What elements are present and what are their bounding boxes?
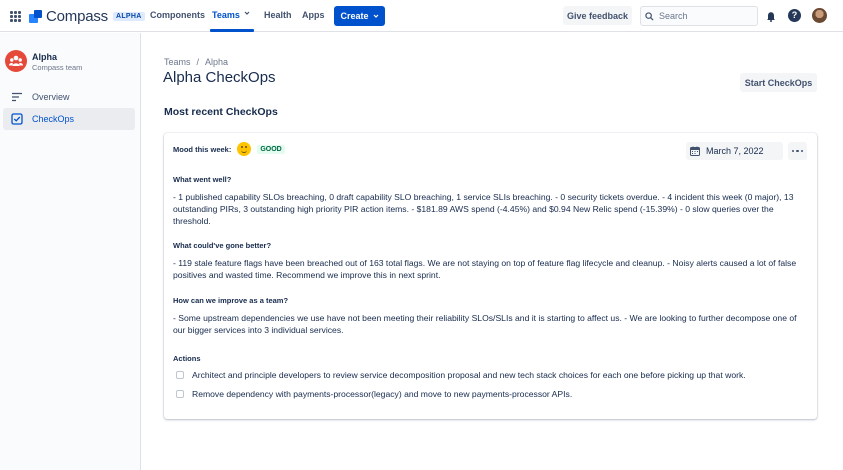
action-text: Remove dependency with payments-processo… <box>192 389 573 399</box>
breadcrumb-alpha[interactable]: Alpha <box>205 57 228 67</box>
answer-went-well: - 1 published capability SLOs breaching,… <box>173 192 794 226</box>
breadcrumb: Teams / Alpha <box>164 57 228 67</box>
breadcrumb-teams[interactable]: Teams <box>164 57 191 67</box>
team-type: Compass team <box>32 63 83 72</box>
nav-components[interactable]: Components <box>150 10 205 20</box>
user-avatar[interactable] <box>812 8 827 23</box>
team-icon <box>9 55 23 66</box>
mood-status-badge: GOOD <box>257 144 285 154</box>
calendar-icon <box>690 146 700 156</box>
checkbox-icon <box>11 113 23 125</box>
create-button-label: Create <box>340 11 369 21</box>
overview-icon <box>12 92 22 102</box>
action-checkbox[interactable] <box>176 371 184 379</box>
alpha-badge: ALPHA <box>112 12 145 21</box>
question-improve-team: How can we improve as a team? <box>173 296 289 305</box>
page-title: Alpha CheckOps <box>163 69 276 86</box>
more-actions-icon[interactable] <box>788 142 807 160</box>
sidebar: Alpha Compass team Overview CheckOps <box>0 33 141 470</box>
nav-apps[interactable]: Apps <box>302 10 325 20</box>
app-switcher-icon[interactable] <box>10 11 21 22</box>
action-checkbox[interactable] <box>176 390 184 398</box>
notifications-icon[interactable] <box>765 10 777 22</box>
create-button[interactable]: Create <box>334 6 385 26</box>
app-name: Compass <box>46 8 108 25</box>
compass-logo-icon <box>29 10 42 23</box>
top-navigation: Compass ALPHA Components Teams Health Ap… <box>0 0 843 32</box>
give-feedback-button[interactable]: Give feedback <box>563 6 632 25</box>
smiley-face-icon <box>237 142 252 156</box>
sidebar-item-label: CheckOps <box>32 114 75 124</box>
team-avatar <box>5 50 27 72</box>
question-gone-better: What could've gone better? <box>173 241 272 250</box>
search-icon <box>645 11 654 21</box>
date-picker[interactable]: March 7, 2022 <box>686 142 783 160</box>
actions-heading: Actions <box>173 354 201 363</box>
help-icon[interactable]: ? <box>788 9 801 22</box>
start-checkops-button[interactable]: Start CheckOps <box>740 73 817 92</box>
nav-health[interactable]: Health <box>264 10 292 20</box>
sidebar-item-checkops[interactable]: CheckOps <box>3 108 135 130</box>
checkops-card: Mood this week: GOOD March 7, 2022 What … <box>164 133 817 419</box>
search-placeholder: Search <box>659 11 688 21</box>
active-tab-indicator <box>210 29 254 32</box>
question-went-well: What went well? <box>173 175 232 184</box>
answer-gone-better: - 119 stale feature flags have been brea… <box>173 258 797 280</box>
chevron-down-icon[interactable] <box>244 10 250 16</box>
action-item: Architect and principle developers to re… <box>176 370 746 380</box>
compass-logo[interactable]: Compass ALPHA <box>29 8 145 25</box>
breadcrumb-separator: / <box>196 57 200 67</box>
date-value: March 7, 2022 <box>706 146 764 156</box>
search-input[interactable]: Search <box>640 6 758 26</box>
mood-label: Mood this week: <box>173 144 232 154</box>
team-name: Alpha <box>32 52 58 62</box>
answer-improve-team: - Some upstream dependencies we use have… <box>173 313 797 335</box>
nav-teams[interactable]: Teams <box>212 10 240 20</box>
mood-row: Mood this week: GOOD <box>173 142 285 156</box>
action-text: Architect and principle developers to re… <box>192 370 746 380</box>
sidebar-item-overview[interactable]: Overview <box>3 86 135 108</box>
chevron-down-icon <box>373 14 378 18</box>
sidebar-item-label: Overview <box>32 92 70 102</box>
section-title: Most recent CheckOps <box>164 106 278 118</box>
action-item: Remove dependency with payments-processo… <box>176 389 572 399</box>
